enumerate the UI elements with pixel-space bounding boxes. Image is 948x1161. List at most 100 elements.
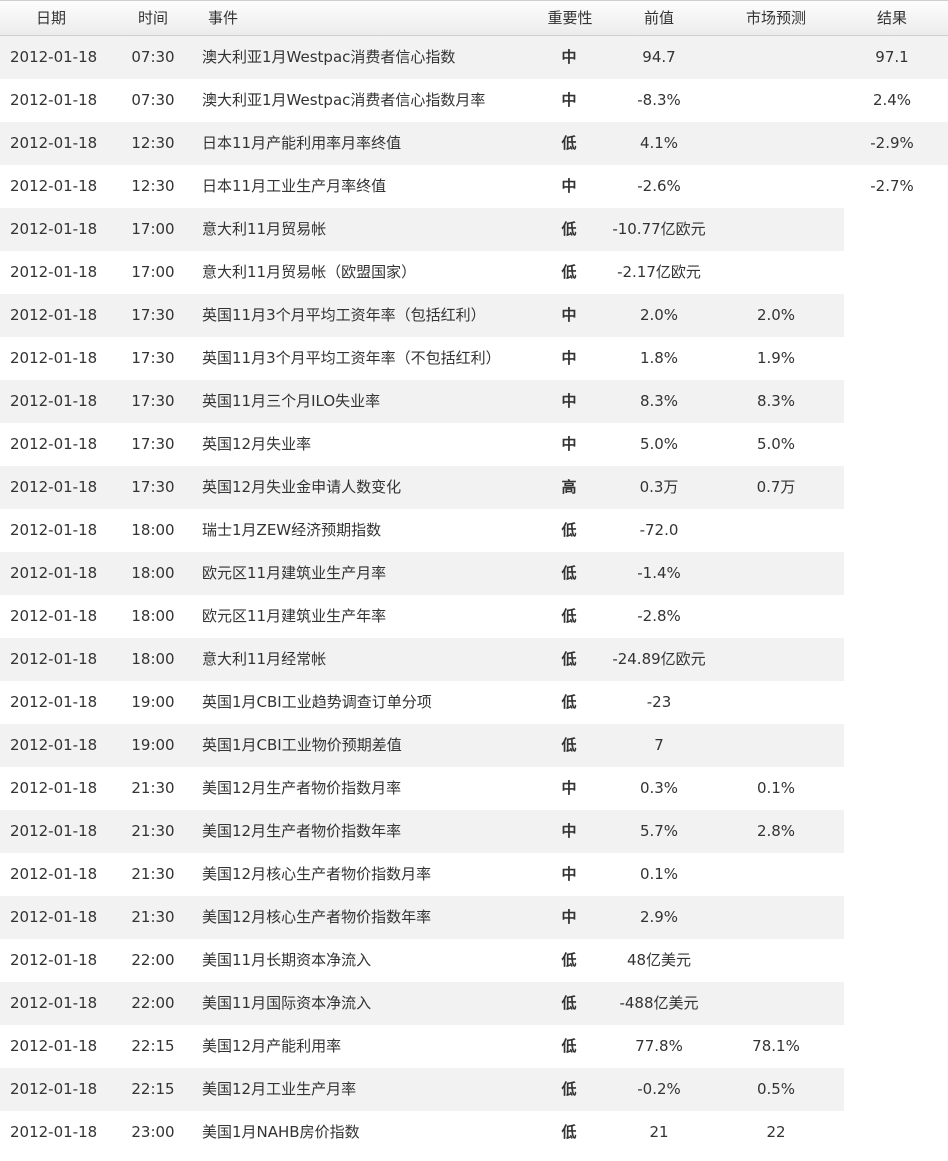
- cell-date: 2012-01-18: [10, 177, 98, 195]
- cell-event[interactable]: 欧元区11月建筑业生产年率: [202, 595, 542, 638]
- cell-event[interactable]: 英国12月失业率: [202, 423, 542, 466]
- table-row: 2012-01-18 23:00 美国1月NAHB房价指数 低 21 22: [0, 1111, 948, 1154]
- cell-date: 2012-01-18: [10, 650, 98, 668]
- cell-time: 18:00: [131, 564, 175, 582]
- cell-previous: 2.9%: [639, 908, 679, 926]
- cell-importance: 中: [561, 177, 577, 195]
- cell-importance: 中: [561, 779, 577, 797]
- cell-previous: 0.3%: [639, 779, 679, 797]
- cell-previous: 21: [649, 1123, 669, 1141]
- cell-event[interactable]: 美国12月工业生产月率: [202, 1068, 542, 1111]
- header-time[interactable]: 时间: [118, 1, 188, 35]
- table-row: 2012-01-18 21:30 美国12月生产者物价指数年率 中 5.7% 2.8%: [0, 810, 948, 853]
- cell-event[interactable]: 美国12月产能利用率: [202, 1025, 542, 1068]
- cell-forecast: 0.7万: [756, 478, 796, 496]
- cell-previous: 48亿美元: [626, 951, 692, 969]
- cell-event[interactable]: 美国12月生产者物价指数月率: [202, 767, 542, 810]
- cell-event[interactable]: 意大利11月贸易帐（欧盟国家）: [202, 251, 542, 294]
- header-forecast[interactable]: 市场预测: [724, 1, 828, 35]
- cell-event[interactable]: 日本11月产能利用率月率终值: [202, 122, 542, 165]
- cell-previous: 5.0%: [639, 435, 679, 453]
- cell-forecast: 0.1%: [756, 779, 796, 797]
- cell-date: 2012-01-18: [10, 134, 98, 152]
- table-header: 日期 时间 事件 重要性 前值 市场预测 结果: [0, 0, 948, 36]
- table-row: 2012-01-18 19:00 英国1月CBI工业物价预期差值 低 7: [0, 724, 948, 767]
- header-previous[interactable]: 前值: [594, 1, 724, 35]
- cell-previous: 8.3%: [639, 392, 679, 410]
- cell-event[interactable]: 英国11月3个月平均工资年率（不包括红利）: [202, 337, 542, 380]
- cell-event[interactable]: 美国11月长期资本净流入: [202, 939, 542, 982]
- cell-event[interactable]: 意大利11月经常帐: [202, 638, 542, 681]
- cell-forecast: 2.0%: [756, 306, 796, 324]
- header-event[interactable]: 事件: [208, 1, 548, 35]
- cell-previous: 77.8%: [635, 1037, 683, 1055]
- cell-event[interactable]: 美国11月国际资本净流入: [202, 982, 542, 1025]
- cell-time: 12:30: [131, 177, 175, 195]
- table-row: 2012-01-18 12:30 日本11月产能利用率月率终值 低 4.1% -2.9%: [0, 122, 948, 165]
- table-row: 2012-01-18 17:30 英国11月3个月平均工资年率（包括红利） 中 2.0%…: [0, 294, 948, 337]
- table-row: 2012-01-18 21:30 美国12月核心生产者物价指数月率 中 0.1%: [0, 853, 948, 896]
- cell-event[interactable]: 澳大利亚1月Westpac消费者信心指数月率: [202, 79, 542, 122]
- cell-time: 21:30: [131, 822, 175, 840]
- cell-time: 17:00: [131, 263, 175, 281]
- table-row: 2012-01-18 17:30 英国12月失业率 中 5.0% 5.0%: [0, 423, 948, 466]
- cell-event[interactable]: 美国12月生产者物价指数年率: [202, 810, 542, 853]
- cell-previous: -8.3%: [637, 91, 681, 109]
- cell-event[interactable]: 英国1月CBI工业物价预期差值: [202, 724, 542, 767]
- table-row: 2012-01-18 22:00 美国11月长期资本净流入 低 48亿美元: [0, 939, 948, 982]
- cell-event[interactable]: 英国11月3个月平均工资年率（包括红利）: [202, 294, 542, 337]
- cell-time: 19:00: [131, 693, 175, 711]
- cell-importance: 中: [561, 865, 577, 883]
- table-row: 2012-01-18 21:30 美国12月生产者物价指数月率 中 0.3% 0.1%: [0, 767, 948, 810]
- cell-event[interactable]: 美国12月核心生产者物价指数月率: [202, 853, 542, 896]
- cell-importance: 中: [561, 435, 577, 453]
- cell-importance: 低: [561, 736, 577, 754]
- cell-previous: -1.4%: [637, 564, 681, 582]
- cell-date: 2012-01-18: [10, 994, 98, 1012]
- cell-previous: 4.1%: [639, 134, 679, 152]
- cell-event[interactable]: 英国11月三个月ILO失业率: [202, 380, 542, 423]
- cell-previous: -488亿美元: [619, 994, 699, 1012]
- cell-importance: 低: [561, 521, 577, 539]
- cell-previous: 2.0%: [639, 306, 679, 324]
- cell-time: 17:00: [131, 220, 175, 238]
- cell-event[interactable]: 日本11月工业生产月率终值: [202, 165, 542, 208]
- cell-previous: -2.8%: [637, 607, 681, 625]
- cell-event[interactable]: 美国12月核心生产者物价指数年率: [202, 896, 542, 939]
- cell-event[interactable]: 英国12月失业金申请人数变化: [202, 466, 542, 509]
- table-row: 2012-01-18 22:15 美国12月工业生产月率 低 -0.2% 0.5%: [0, 1068, 948, 1111]
- header-date[interactable]: 日期: [36, 1, 116, 35]
- table-row: 2012-01-18 12:30 日本11月工业生产月率终值 中 -2.6% -2.7%: [0, 165, 948, 208]
- cell-previous: 0.1%: [639, 865, 679, 883]
- cell-event[interactable]: 澳大利亚1月Westpac消费者信心指数: [202, 36, 542, 79]
- cell-date: 2012-01-18: [10, 349, 98, 367]
- cell-date: 2012-01-18: [10, 607, 98, 625]
- table-row: 2012-01-18 07:30 澳大利亚1月Westpac消费者信心指数月率 中 -8…: [0, 79, 948, 122]
- cell-time: 22:15: [131, 1080, 175, 1098]
- cell-importance: 低: [561, 951, 577, 969]
- cell-result: -2.7%: [870, 177, 914, 195]
- cell-importance: 中: [561, 822, 577, 840]
- cell-previous: -24.89亿欧元: [612, 650, 706, 668]
- cell-importance: 低: [561, 994, 577, 1012]
- cell-event[interactable]: 欧元区11月建筑业生产月率: [202, 552, 542, 595]
- cell-time: 22:15: [131, 1037, 175, 1055]
- cell-date: 2012-01-18: [10, 1080, 98, 1098]
- cell-time: 19:00: [131, 736, 175, 754]
- cell-time: 21:30: [131, 779, 175, 797]
- cell-importance: 中: [561, 306, 577, 324]
- cell-importance: 中: [561, 48, 577, 66]
- cell-time: 23:00: [131, 1123, 175, 1141]
- header-result[interactable]: 结果: [840, 1, 944, 35]
- cell-previous: 0.3万: [639, 478, 679, 496]
- cell-event[interactable]: 瑞士1月ZEW经济预期指数: [202, 509, 542, 552]
- cell-event[interactable]: 英国1月CBI工业趋势调查订单分项: [202, 681, 542, 724]
- cell-previous: -10.77亿欧元: [612, 220, 706, 238]
- cell-event[interactable]: 意大利11月贸易帐: [202, 208, 542, 251]
- table-body: 2012-01-18 07:30 澳大利亚1月Westpac消费者信心指数中 94.7…: [0, 36, 948, 1154]
- cell-previous: -0.2%: [637, 1080, 681, 1098]
- cell-event[interactable]: 美国1月NAHB房价指数: [202, 1111, 542, 1154]
- cell-time: 17:30: [131, 435, 175, 453]
- header-importance[interactable]: 重要性: [540, 1, 600, 35]
- cell-date: 2012-01-18: [10, 263, 98, 281]
